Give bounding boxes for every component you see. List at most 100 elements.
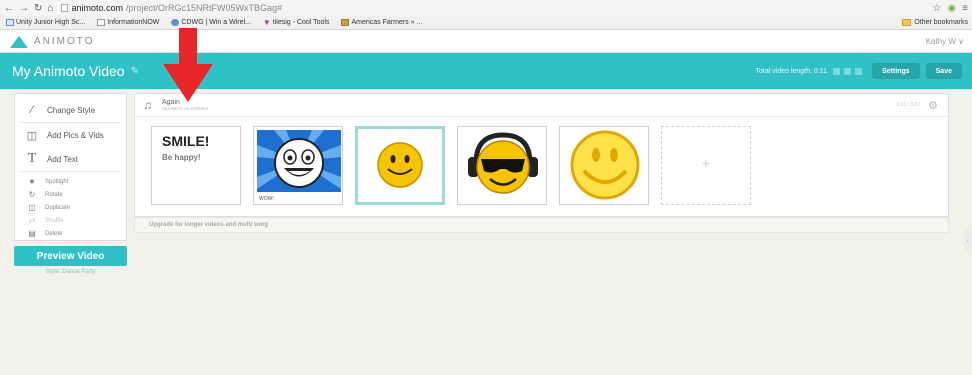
forward-icon[interactable]: →: [19, 3, 29, 14]
user-menu[interactable]: Kathy W ∨: [926, 37, 964, 46]
browser-toolbar: ← → ↻ ⌂ animoto.com/project/OrRGc15NRtFW…: [0, 0, 972, 16]
home-icon[interactable]: ⌂: [47, 3, 53, 14]
small-item-label: Rotate: [45, 191, 63, 198]
star-icon: ★: [28, 177, 36, 186]
chevron-left-icon[interactable]: ‹: [964, 229, 972, 251]
spotlight-button[interactable]: ★ Spotlight: [15, 175, 126, 188]
folder-icon: [902, 19, 912, 26]
song-controls: 0:11 / 3:27 ⚙: [897, 99, 938, 112]
add-pics-vids-button[interactable]: ◫ Add Pics & Vids: [15, 123, 126, 147]
logo-text: ANIMOTO: [34, 36, 95, 47]
list-view-icon[interactable]: [844, 67, 852, 75]
image-tile[interactable]: WOW!: [253, 126, 343, 205]
plus-icon: +: [701, 155, 711, 171]
bookmark-farm-icon: [341, 19, 350, 26]
small-item-label: Shuffle: [45, 217, 64, 224]
image-tile[interactable]: [457, 126, 547, 205]
small-item-label: Duplicate: [45, 204, 71, 211]
style-label: Style: Dance Party: [45, 269, 96, 275]
change-style-button[interactable]: ∕ Change Style: [15, 98, 126, 122]
tile-caption: WOW!: [258, 196, 275, 202]
video-length: Total video length: 0:11: [755, 67, 828, 75]
page-icon: [61, 4, 69, 12]
animoto-logo-icon: [10, 35, 28, 48]
wow-face-image: [257, 130, 341, 192]
bookmark-label: Americas Farmers » ...: [351, 19, 423, 26]
bookmark-item[interactable]: CDWG | Win a Wirel...: [171, 19, 251, 26]
bookmark-item[interactable]: Unity Junior High Sc...: [6, 19, 85, 26]
star-bookmark-icon[interactable]: ☆: [932, 3, 941, 14]
other-bookmarks-label: Other bookmarks: [914, 19, 968, 26]
red-arrow-annotation: [163, 28, 213, 102]
music-note-icon: ♫: [143, 98, 152, 112]
duplicate-button[interactable]: ◫ Duplicate: [15, 201, 126, 214]
other-bookmarks[interactable]: Other bookmarks: [902, 19, 968, 26]
project-bar-right: Total video length: 0:11 Settings Save: [756, 63, 962, 79]
bookmark-item[interactable]: Americas Farmers » ...: [341, 19, 422, 26]
add-tile-button[interactable]: +: [661, 126, 751, 205]
song-header[interactable]: ♫ Again SECRETS IN STEREO 0:11 / 3:27 ⚙: [135, 94, 948, 117]
bookmark-tool-icon: ▼: [262, 18, 271, 27]
rotate-button[interactable]: ↻ Rotate: [15, 188, 126, 201]
upgrade-text: Upgrade for longer videos and multi song: [149, 222, 269, 228]
back-icon[interactable]: ←: [4, 3, 14, 14]
image-tile-selected[interactable]: [355, 126, 445, 205]
settings-button[interactable]: Settings: [872, 63, 920, 79]
add-text-button[interactable]: T Add Text: [15, 147, 126, 171]
rotate-icon: ↻: [28, 190, 36, 199]
url-path: /project/OrRGc15NRtFW05WxTBGag#: [125, 3, 283, 13]
bookmark-page-icon: [97, 19, 106, 26]
browser-nav: ← → ↻ ⌂: [0, 3, 53, 14]
small-item-label: Delete: [45, 230, 63, 237]
app-header: ANIMOTO Kathy W ∨: [0, 31, 972, 53]
bookmark-item[interactable]: ▼ tilesig - Cool Tools: [263, 18, 330, 27]
address-bar[interactable]: animoto.com/project/OrRGc15NRtFW05WxTBGa…: [61, 3, 282, 13]
url-host: animoto.com: [71, 3, 123, 13]
shuffle-icon: ⇄: [28, 216, 36, 225]
preview-video-button[interactable]: Preview Video: [14, 246, 127, 266]
song-artist: SECRETS IN STEREO: [162, 106, 209, 111]
gear-icon[interactable]: ⚙: [928, 99, 938, 112]
bookmark-item[interactable]: InformationNOW: [97, 19, 159, 26]
bookmark-label: Unity Junior High Sc...: [16, 19, 86, 26]
tools-sidebar: ∕ Change Style ◫ Add Pics & Vids T Add T…: [14, 93, 127, 241]
trash-icon: ▤: [28, 229, 36, 238]
grid-view-icon[interactable]: [833, 67, 841, 75]
storyboard-panel: ♫ Again SECRETS IN STEREO 0:11 / 3:27 ⚙ …: [134, 93, 949, 217]
image-tile[interactable]: [559, 126, 649, 205]
bookmark-label: CDWG | Win a Wirel...: [181, 19, 251, 26]
text-tile[interactable]: SMILE! Be happy!: [151, 126, 241, 205]
tile-subtitle: Be happy!: [162, 153, 201, 162]
large-view-icon[interactable]: [855, 67, 863, 75]
smiley-image: [570, 130, 640, 200]
bookmark-label: InformationNOW: [107, 19, 160, 26]
reload-icon[interactable]: ↻: [34, 3, 42, 14]
bookmark-label: tilesig - Cool Tools: [272, 19, 330, 26]
project-title[interactable]: My Animoto Video: [12, 63, 125, 79]
duplicate-icon: ◫: [28, 203, 36, 212]
bookmark-page-icon: [6, 19, 14, 26]
bookmark-globe-icon: [171, 19, 180, 26]
sunglasses-smiley-image: [468, 132, 538, 194]
brush-icon: ∕: [31, 104, 33, 116]
text-icon: T: [27, 151, 37, 166]
browser-right-icons: ☆ ◉ ≡: [932, 3, 972, 14]
menu-icon[interactable]: ≡: [962, 3, 968, 14]
workspace: ∕ Change Style ◫ Add Pics & Vids T Add T…: [0, 89, 972, 375]
project-bar: My Animoto Video ✎ Total video length: 0…: [0, 53, 972, 89]
pictures-icon: ◫: [26, 129, 38, 142]
upgrade-banner[interactable]: Upgrade for longer videos and multi song: [134, 217, 949, 233]
song-time: 0:11 / 3:27: [896, 102, 921, 108]
save-button[interactable]: Save: [925, 63, 962, 79]
smiley-image: [377, 142, 423, 188]
tile-title: SMILE!: [162, 133, 210, 149]
small-item-label: Spotlight: [45, 178, 69, 185]
delete-button[interactable]: ▤ Delete: [15, 227, 126, 240]
storyboard-tiles: SMILE! Be happy! WOW! +: [151, 126, 763, 205]
bookmarks-bar: Unity Junior High Sc... InformationNOW C…: [0, 16, 972, 30]
shuffle-button[interactable]: ⇄ Shuffle: [15, 214, 126, 227]
extension-icon[interactable]: ◉: [947, 3, 956, 14]
edit-pencil-icon[interactable]: ✎: [131, 66, 139, 77]
sidebar-item-label: Change Style: [47, 105, 96, 115]
sidebar-item-label: Add Pics & Vids: [47, 130, 104, 140]
